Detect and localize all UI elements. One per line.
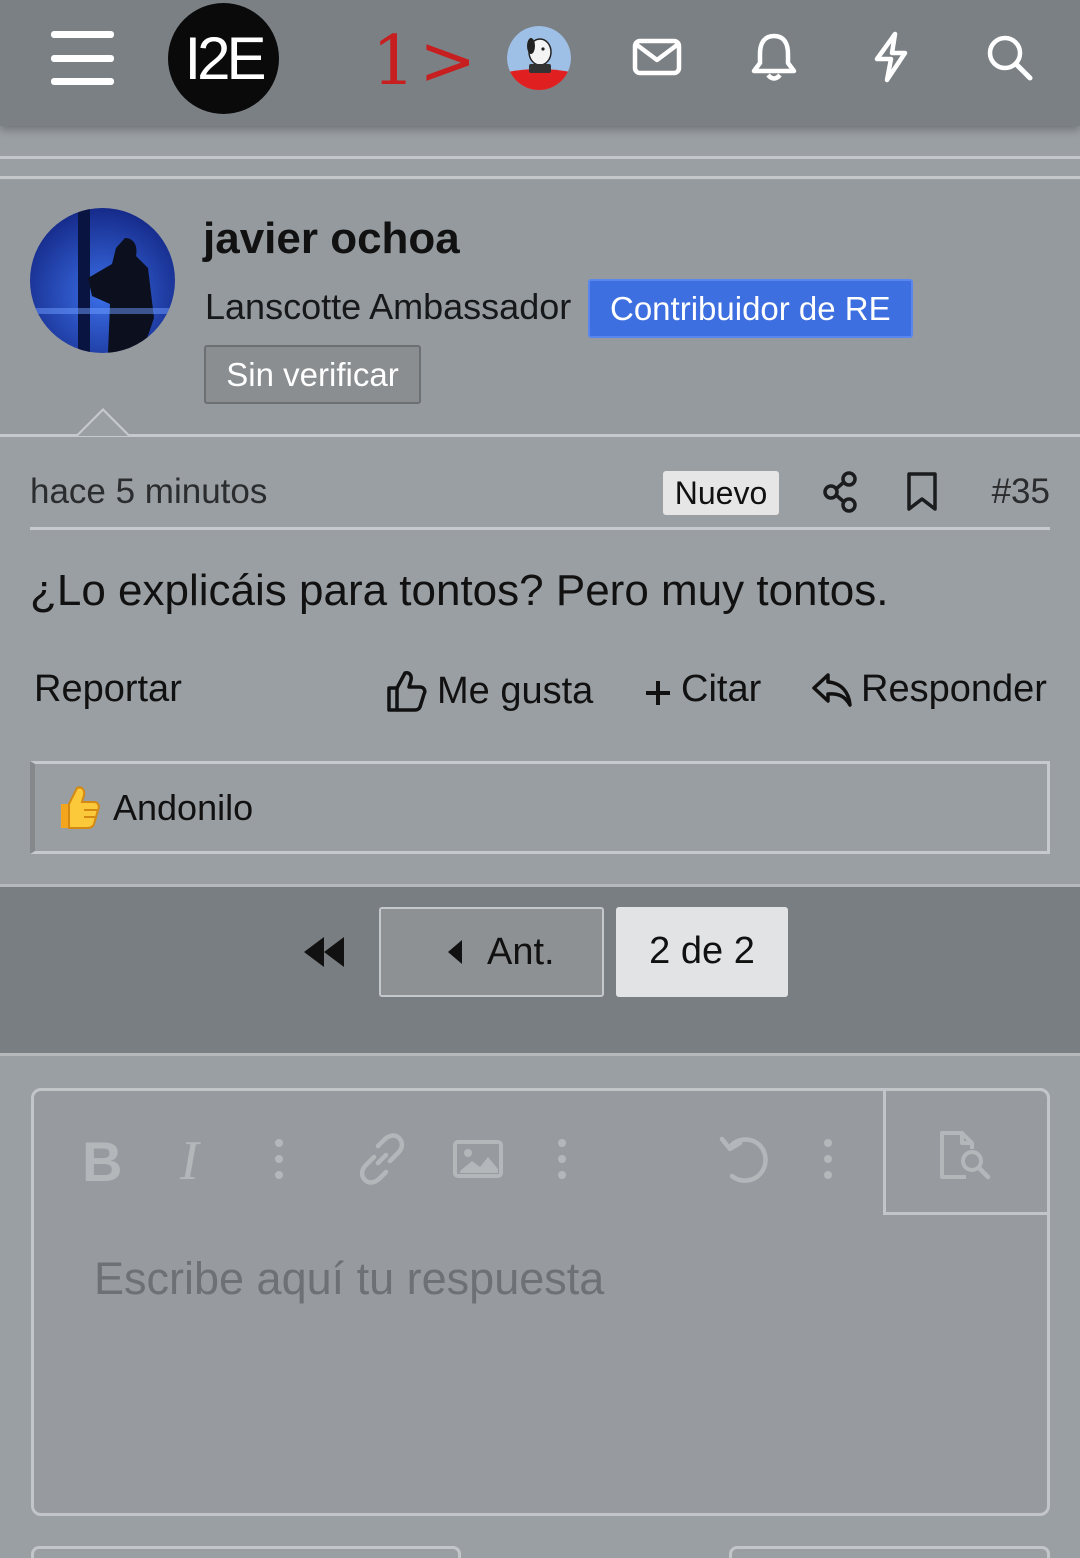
verification-badge: Sin verificar: [204, 345, 421, 404]
pagination: Ant. 2 de 2: [0, 884, 1080, 1056]
undo-icon[interactable]: [718, 1133, 772, 1190]
menu-icon[interactable]: [51, 31, 114, 85]
preview-icon: [938, 1129, 994, 1186]
report-label: Reportar: [34, 668, 182, 710]
page-indicator[interactable]: 2 de 2: [616, 907, 788, 997]
reactions-bar[interactable]: Andonilo: [30, 761, 1050, 854]
reply-label: Responder: [861, 668, 1047, 710]
author-pointer: [75, 408, 131, 436]
first-page-icon[interactable]: [302, 935, 346, 969]
top-navigation-bar: I2E 1>: [0, 0, 1080, 126]
caret-left-icon: [448, 940, 462, 964]
like-button[interactable]: Me gusta: [385, 668, 593, 714]
form-field-edge: [729, 1546, 1050, 1558]
divider: [30, 527, 1050, 530]
more-vertical-icon[interactable]: [274, 1137, 284, 1186]
post-timestamp[interactable]: hace 5 minutos: [30, 472, 267, 512]
bookmark-icon[interactable]: [904, 470, 940, 514]
image-icon[interactable]: [452, 1139, 504, 1184]
thumbs-up-icon: [385, 668, 427, 714]
search-icon[interactable]: [984, 30, 1034, 84]
divider: [0, 156, 1080, 159]
post-content: ¿Lo explicáis para tontos? Pero muy tont…: [30, 566, 889, 615]
plus-icon: [643, 675, 673, 705]
reaction-users[interactable]: Andonilo: [113, 787, 253, 829]
like-label: Me gusta: [437, 669, 594, 712]
post-author-header: javier ochoa Lanscotte Ambassador Contri…: [0, 180, 1080, 436]
reply-icon: [811, 670, 853, 710]
post-actions: Reportar Me gusta Citar Responder: [0, 668, 1080, 718]
post-number[interactable]: #35: [992, 472, 1050, 512]
thumbs-up-emoji-icon: [55, 782, 101, 832]
divider: [0, 434, 1080, 437]
more-vertical-icon[interactable]: [557, 1137, 567, 1186]
author-avatar[interactable]: [30, 208, 175, 353]
bold-icon[interactable]: B: [82, 1129, 122, 1194]
report-button[interactable]: Reportar: [34, 668, 182, 711]
bolt-icon[interactable]: [866, 30, 916, 84]
site-logo[interactable]: I2E: [168, 3, 279, 114]
post-meta-row: hace 5 minutos Nuevo #35: [30, 470, 1050, 515]
previous-page-label: Ant.: [487, 931, 555, 973]
role-badge: Contribuidor de RE: [588, 279, 913, 338]
quote-label: Citar: [681, 668, 762, 710]
reply-button[interactable]: Responder: [811, 668, 1047, 711]
link-icon[interactable]: [356, 1133, 408, 1190]
divider: [0, 176, 1080, 179]
form-field-edge: [31, 1546, 461, 1558]
new-badge: Nuevo: [663, 471, 779, 515]
mail-icon[interactable]: [632, 30, 682, 84]
author-name[interactable]: javier ochoa: [203, 214, 460, 264]
italic-icon[interactable]: I: [180, 1129, 199, 1193]
author-title: Lanscotte Ambassador: [205, 286, 572, 327]
reply-input[interactable]: [94, 1249, 994, 1309]
share-icon[interactable]: [821, 470, 861, 514]
quote-button[interactable]: Citar: [643, 668, 761, 711]
more-vertical-icon[interactable]: [823, 1137, 833, 1186]
reply-editor: B I: [31, 1088, 1050, 1516]
handwritten-annotation: 1>: [372, 22, 481, 101]
bell-icon[interactable]: [749, 30, 799, 84]
previous-page-button[interactable]: Ant.: [379, 907, 604, 997]
preview-button[interactable]: [883, 1088, 1050, 1215]
user-avatar[interactable]: [507, 26, 571, 90]
